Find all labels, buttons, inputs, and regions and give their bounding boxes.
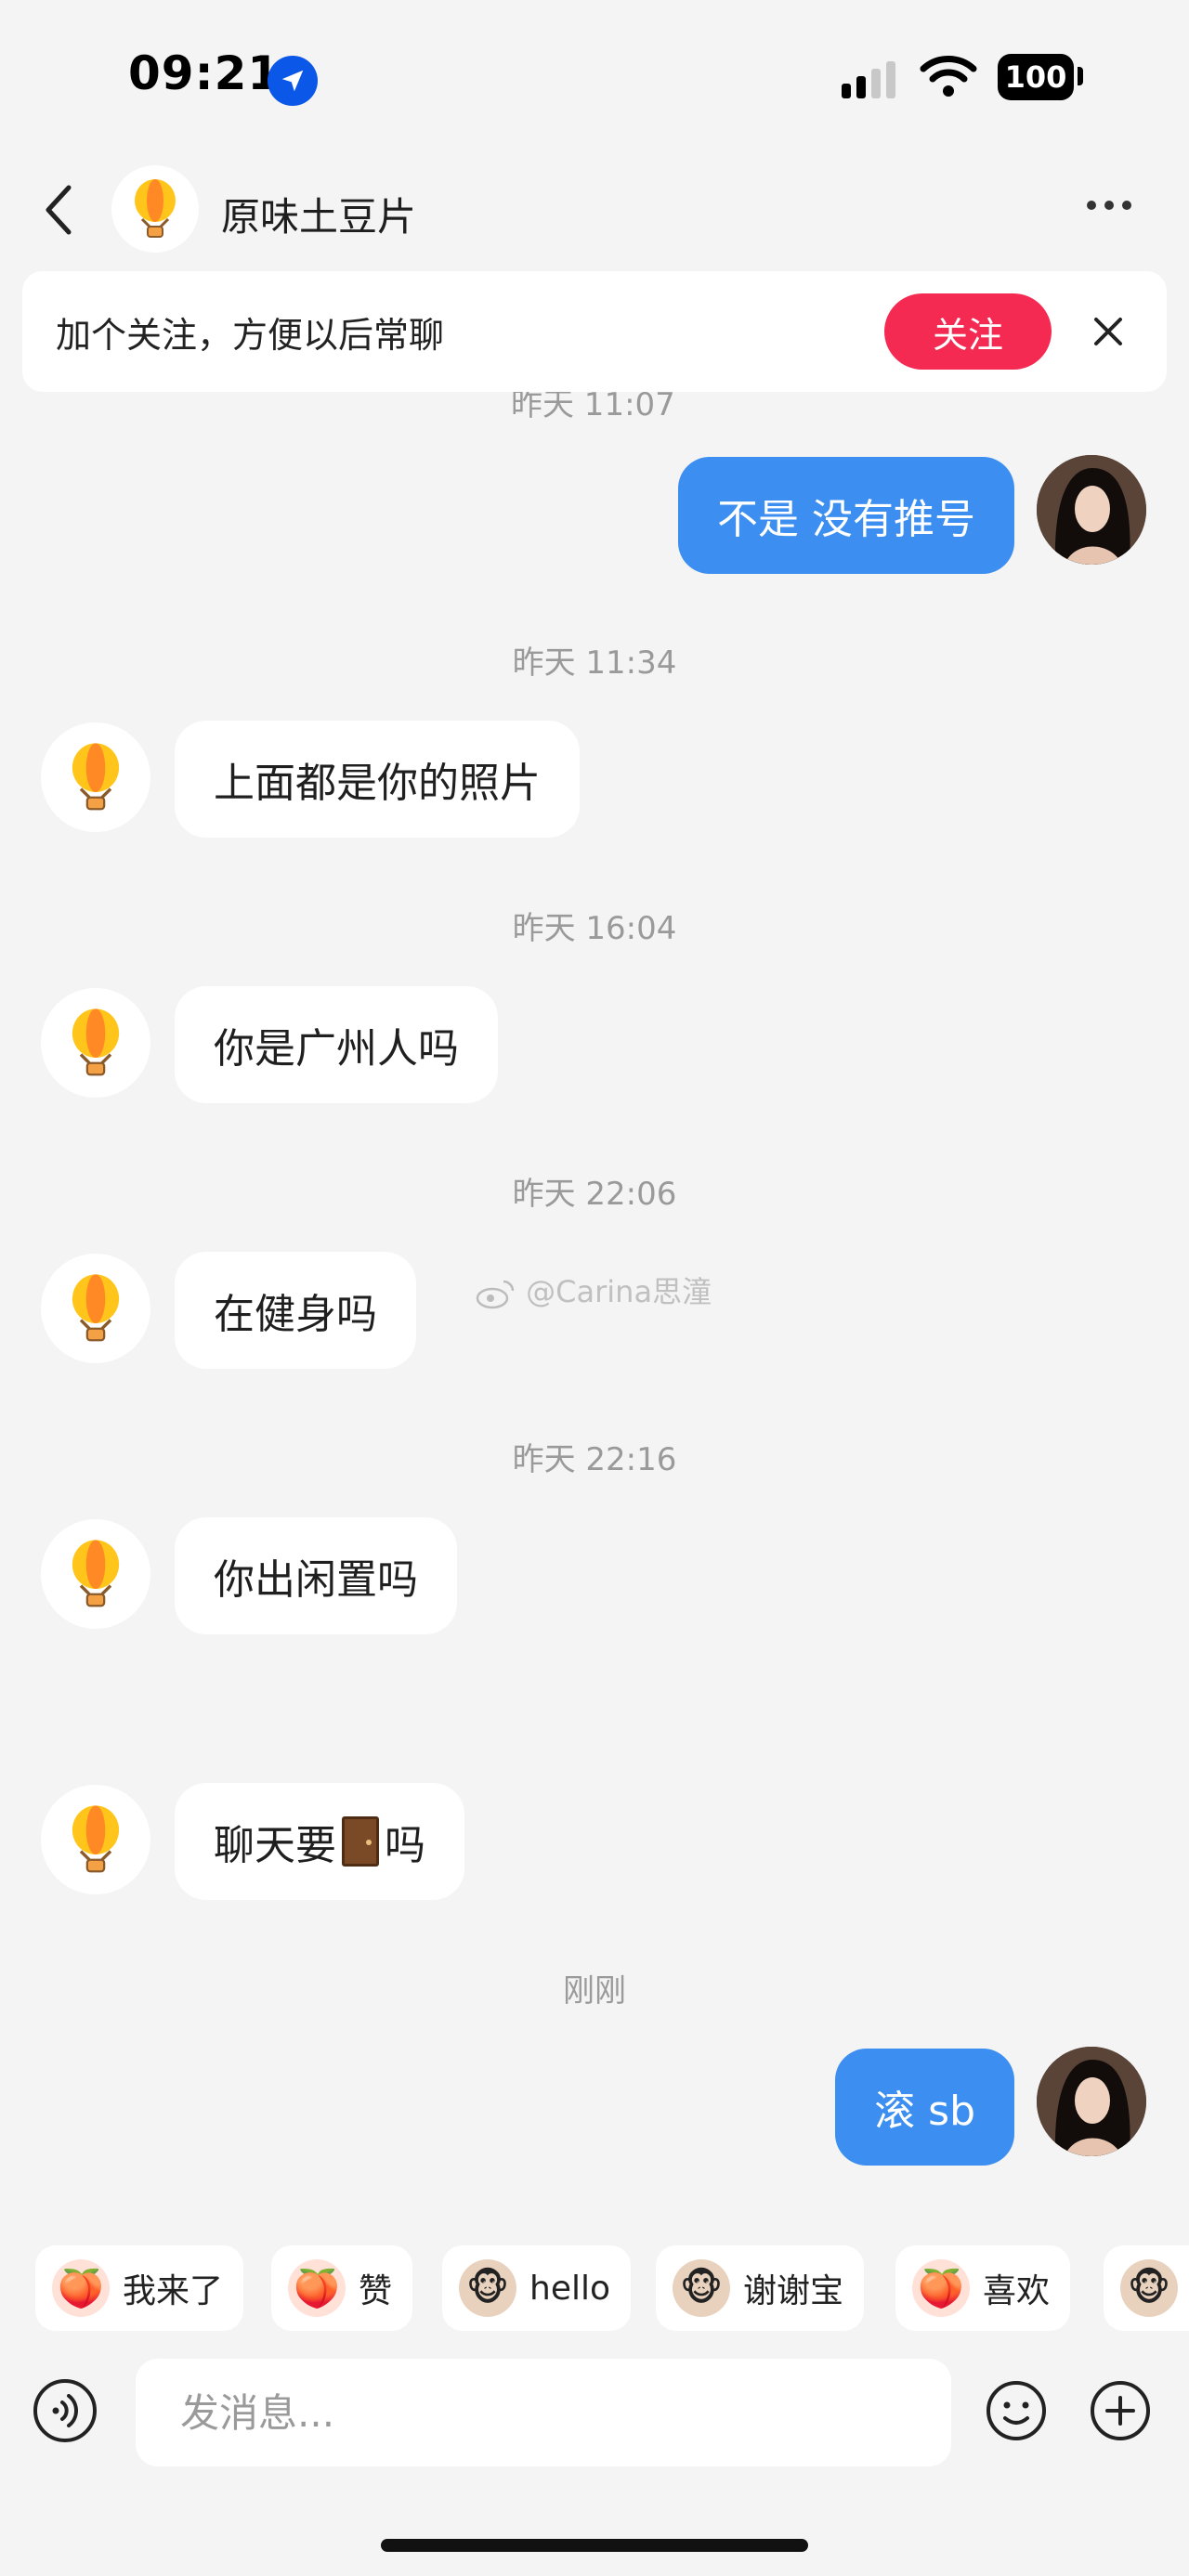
cellular-signal-icon (842, 61, 895, 98)
battery-indicator: 100 (998, 54, 1074, 100)
self-avatar[interactable] (1037, 455, 1146, 565)
peach-waving-icon: 🍑 (52, 2259, 110, 2317)
voice-input-icon[interactable] (33, 2379, 97, 2442)
more-options-icon[interactable] (1087, 201, 1131, 210)
message-bubble-outgoing[interactable]: 滚 sb (835, 2049, 1014, 2166)
message-bubble-incoming[interactable]: 在健身吗 (175, 1252, 416, 1369)
self-avatar[interactable] (1037, 2047, 1146, 2156)
quick-reply-label: hello (529, 2269, 610, 2308)
message-input[interactable] (136, 2359, 951, 2466)
quick-reply-chip[interactable]: 🐵 (1104, 2245, 1189, 2331)
contact-avatar[interactable] (41, 1254, 150, 1363)
follow-banner-text: 加个关注，方便以后常聊 (56, 315, 445, 356)
monkey-hello-icon: 🐵 (459, 2259, 516, 2317)
watermark-label: @Carina思潼 (526, 1274, 712, 1309)
contact-avatar[interactable] (41, 722, 150, 832)
hot-air-balloon-icon (72, 743, 120, 811)
close-icon[interactable] (1087, 310, 1130, 353)
quick-reply-chip[interactable]: 🍑 赞 (271, 2245, 413, 2331)
contact-avatar[interactable] (41, 1785, 150, 1894)
message-bubble-incoming[interactable]: 你是广州人吗 (175, 986, 498, 1103)
contact-name: 原味土豆片 (221, 194, 417, 240)
quick-reply-chip[interactable]: 🍑 喜欢 (895, 2245, 1071, 2331)
hot-air-balloon-icon (72, 1274, 120, 1342)
quick-reply-label: 我来了 (123, 2272, 224, 2310)
message-bubble-incoming[interactable]: 上面都是你的照片 (175, 721, 580, 838)
wifi-icon (920, 54, 977, 102)
message-timestamp: 昨天 22:16 (512, 1441, 677, 1478)
add-plus-icon[interactable] (1089, 2379, 1152, 2442)
battery-level: 100 (1004, 59, 1067, 95)
quick-reply-label: 喜欢 (983, 2272, 1051, 2310)
quick-reply-chip[interactable]: 🐵 谢谢宝 (656, 2245, 865, 2331)
battery-tip (1078, 67, 1083, 85)
back-arrow-icon[interactable] (37, 182, 84, 238)
message-timestamp: 昨天 16:04 (512, 910, 677, 947)
emoji-smiley-icon[interactable] (985, 2379, 1048, 2442)
message-timestamp: 刚刚 (563, 1972, 626, 2010)
message-bubble-incoming[interactable]: 你出闲置吗 (175, 1517, 457, 1634)
follow-button[interactable]: 关注 (884, 293, 1052, 370)
quick-reply-chip[interactable]: 🐵 hello (442, 2245, 631, 2331)
weibo-logo-icon (476, 1280, 515, 1309)
quick-reply-label: 赞 (359, 2272, 393, 2310)
contact-avatar[interactable] (41, 988, 150, 1098)
watermark-text: @Carina思潼 (476, 1268, 712, 1311)
door-icon (342, 1816, 379, 1867)
quick-reply-label: 谢谢宝 (743, 2272, 844, 2310)
contact-avatar[interactable] (111, 165, 199, 253)
message-text: 聊天要 (214, 1822, 336, 1869)
monkey-flower-icon: 🐵 (673, 2259, 730, 2317)
quick-reply-chip[interactable]: 🍑 我来了 (35, 2245, 244, 2331)
peach-thumbs-icon: 🍑 (288, 2259, 346, 2317)
message-text: 吗 (385, 1822, 425, 1869)
hot-air-balloon-icon (135, 179, 176, 238)
home-indicator[interactable] (381, 2539, 808, 2552)
location-arrow-icon (268, 56, 318, 106)
hot-air-balloon-icon (72, 1805, 120, 1873)
hot-air-balloon-icon (72, 1008, 120, 1076)
message-timestamp: 昨天 11:34 (512, 644, 677, 682)
message-bubble-outgoing[interactable]: 不是 没有推号 (678, 457, 1014, 574)
peach-love-icon: 🍑 (912, 2259, 970, 2317)
message-bubble-incoming[interactable]: 聊天要 吗 (175, 1783, 464, 1900)
status-time: 09:21 (128, 46, 281, 100)
contact-avatar[interactable] (41, 1519, 150, 1629)
monkey-partial-icon: 🐵 (1120, 2259, 1178, 2317)
message-timestamp: 昨天 22:06 (512, 1176, 677, 1213)
hot-air-balloon-icon (72, 1540, 120, 1607)
